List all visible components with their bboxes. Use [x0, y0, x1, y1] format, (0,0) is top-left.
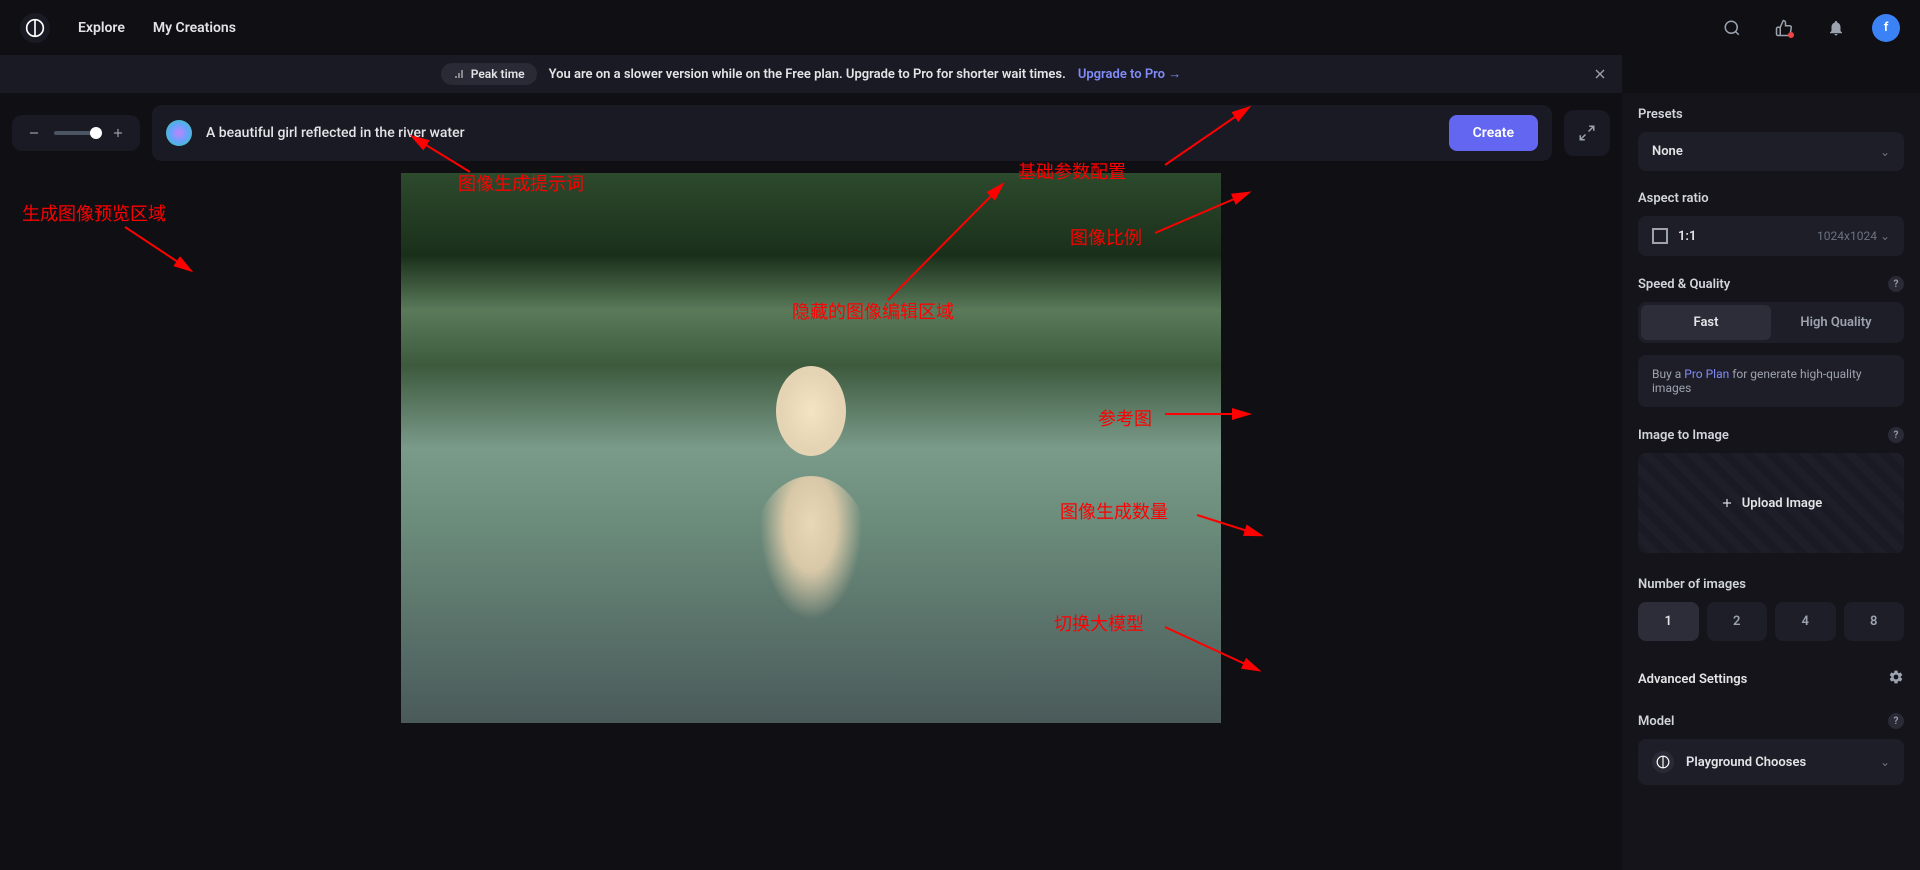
help-icon[interactable]: ?: [1888, 276, 1904, 292]
peak-time-label: Peak time: [471, 67, 525, 81]
fast-button[interactable]: Fast: [1641, 305, 1771, 340]
minus-icon: [27, 126, 41, 140]
number-of-images-grid: 1 2 4 8: [1638, 602, 1904, 641]
help-icon[interactable]: ?: [1888, 713, 1904, 729]
settings-sidebar: Presets None ⌄ Aspect ratio 1:1 1024x102…: [1622, 93, 1920, 870]
upgrade-banner: Peak time You are on a slower version wh…: [0, 55, 1622, 93]
plus-icon: [1720, 496, 1734, 510]
peak-time-badge: Peak time: [441, 63, 537, 85]
nav-explore[interactable]: Explore: [78, 20, 125, 36]
main-area: A beautiful girl reflected in the river …: [0, 93, 1920, 870]
bell-icon: [1827, 19, 1845, 37]
pro-plan-info: Buy a Pro Plan for generate high-quality…: [1638, 355, 1904, 407]
zoom-control: [12, 115, 140, 151]
high-quality-button[interactable]: High Quality: [1771, 305, 1901, 340]
model-label: Model ?: [1638, 713, 1904, 729]
upload-inner: Upload Image: [1720, 496, 1823, 511]
header-right: f: [1716, 12, 1900, 44]
num-images-4[interactable]: 4: [1775, 602, 1836, 641]
search-button[interactable]: [1716, 12, 1748, 44]
aspect-ratio-dimensions: 1024x1024 ⌄: [1817, 229, 1890, 243]
model-select[interactable]: Playground Chooses ⌄: [1638, 739, 1904, 785]
gear-icon[interactable]: [1888, 669, 1904, 689]
generated-image[interactable]: [401, 173, 1221, 723]
search-icon: [1723, 19, 1741, 37]
header: Explore My Creations f: [0, 0, 1920, 55]
ai-icon: [166, 120, 192, 146]
zoom-in-button[interactable]: [108, 123, 128, 143]
banner-text: You are on a slower version while on the…: [549, 67, 1066, 82]
aspect-ratio-value: 1:1: [1678, 229, 1696, 244]
num-images-1[interactable]: 1: [1638, 602, 1699, 641]
pro-plan-link[interactable]: Pro Plan: [1684, 367, 1729, 381]
thumbs-button[interactable]: [1768, 12, 1800, 44]
advanced-settings-label: Advanced Settings: [1638, 672, 1747, 687]
canvas-area: A beautiful girl reflected in the river …: [0, 93, 1622, 870]
speed-quality-label: Speed & Quality ?: [1638, 276, 1904, 292]
aspect-ratio-label: Aspect ratio: [1638, 191, 1904, 206]
chart-icon: [453, 68, 465, 80]
model-value: Playground Chooses: [1686, 755, 1868, 770]
plus-icon: [111, 126, 125, 140]
num-images-8[interactable]: 8: [1844, 602, 1905, 641]
number-of-images-label: Number of images: [1638, 577, 1904, 592]
num-images-2[interactable]: 2: [1707, 602, 1768, 641]
prompt-bar: A beautiful girl reflected in the river …: [152, 105, 1552, 161]
logo-icon: [25, 18, 45, 38]
presets-select[interactable]: None ⌄: [1638, 132, 1904, 171]
square-icon: [1652, 228, 1668, 244]
expand-button[interactable]: [1564, 110, 1610, 156]
create-button[interactable]: Create: [1449, 115, 1538, 151]
bell-button[interactable]: [1820, 12, 1852, 44]
chevron-down-icon: ⌄: [1880, 229, 1890, 243]
logo[interactable]: [20, 13, 50, 43]
notification-dot: [1788, 32, 1794, 38]
chevron-down-icon: ⌄: [1880, 755, 1890, 769]
close-icon: [1592, 66, 1608, 82]
expand-icon: [1578, 124, 1596, 142]
upload-image-dropzone[interactable]: Upload Image: [1638, 453, 1904, 553]
banner-close-button[interactable]: [1590, 64, 1610, 84]
advanced-settings-row[interactable]: Advanced Settings: [1638, 661, 1904, 697]
toolbar: A beautiful girl reflected in the river …: [12, 105, 1610, 161]
model-icon: [1652, 751, 1674, 773]
help-icon[interactable]: ?: [1888, 427, 1904, 443]
upgrade-link[interactable]: Upgrade to Pro →: [1078, 66, 1181, 82]
prompt-input[interactable]: A beautiful girl reflected in the river …: [206, 125, 1435, 141]
aspect-ratio-select[interactable]: 1:1 1024x1024 ⌄: [1638, 216, 1904, 256]
header-left: Explore My Creations: [20, 13, 236, 43]
presets-value: None: [1652, 144, 1683, 159]
chevron-down-icon: ⌄: [1880, 145, 1890, 159]
presets-label: Presets: [1638, 107, 1904, 122]
image-preview-area: [12, 173, 1610, 858]
image-to-image-label: Image to Image ?: [1638, 427, 1904, 443]
zoom-thumb[interactable]: [90, 127, 102, 139]
aspect-ratio-left: 1:1: [1652, 228, 1696, 244]
avatar[interactable]: f: [1872, 14, 1900, 42]
zoom-slider[interactable]: [54, 131, 98, 135]
zoom-out-button[interactable]: [24, 123, 44, 143]
speed-quality-toggle: Fast High Quality: [1638, 302, 1904, 343]
nav-my-creations[interactable]: My Creations: [153, 20, 236, 36]
